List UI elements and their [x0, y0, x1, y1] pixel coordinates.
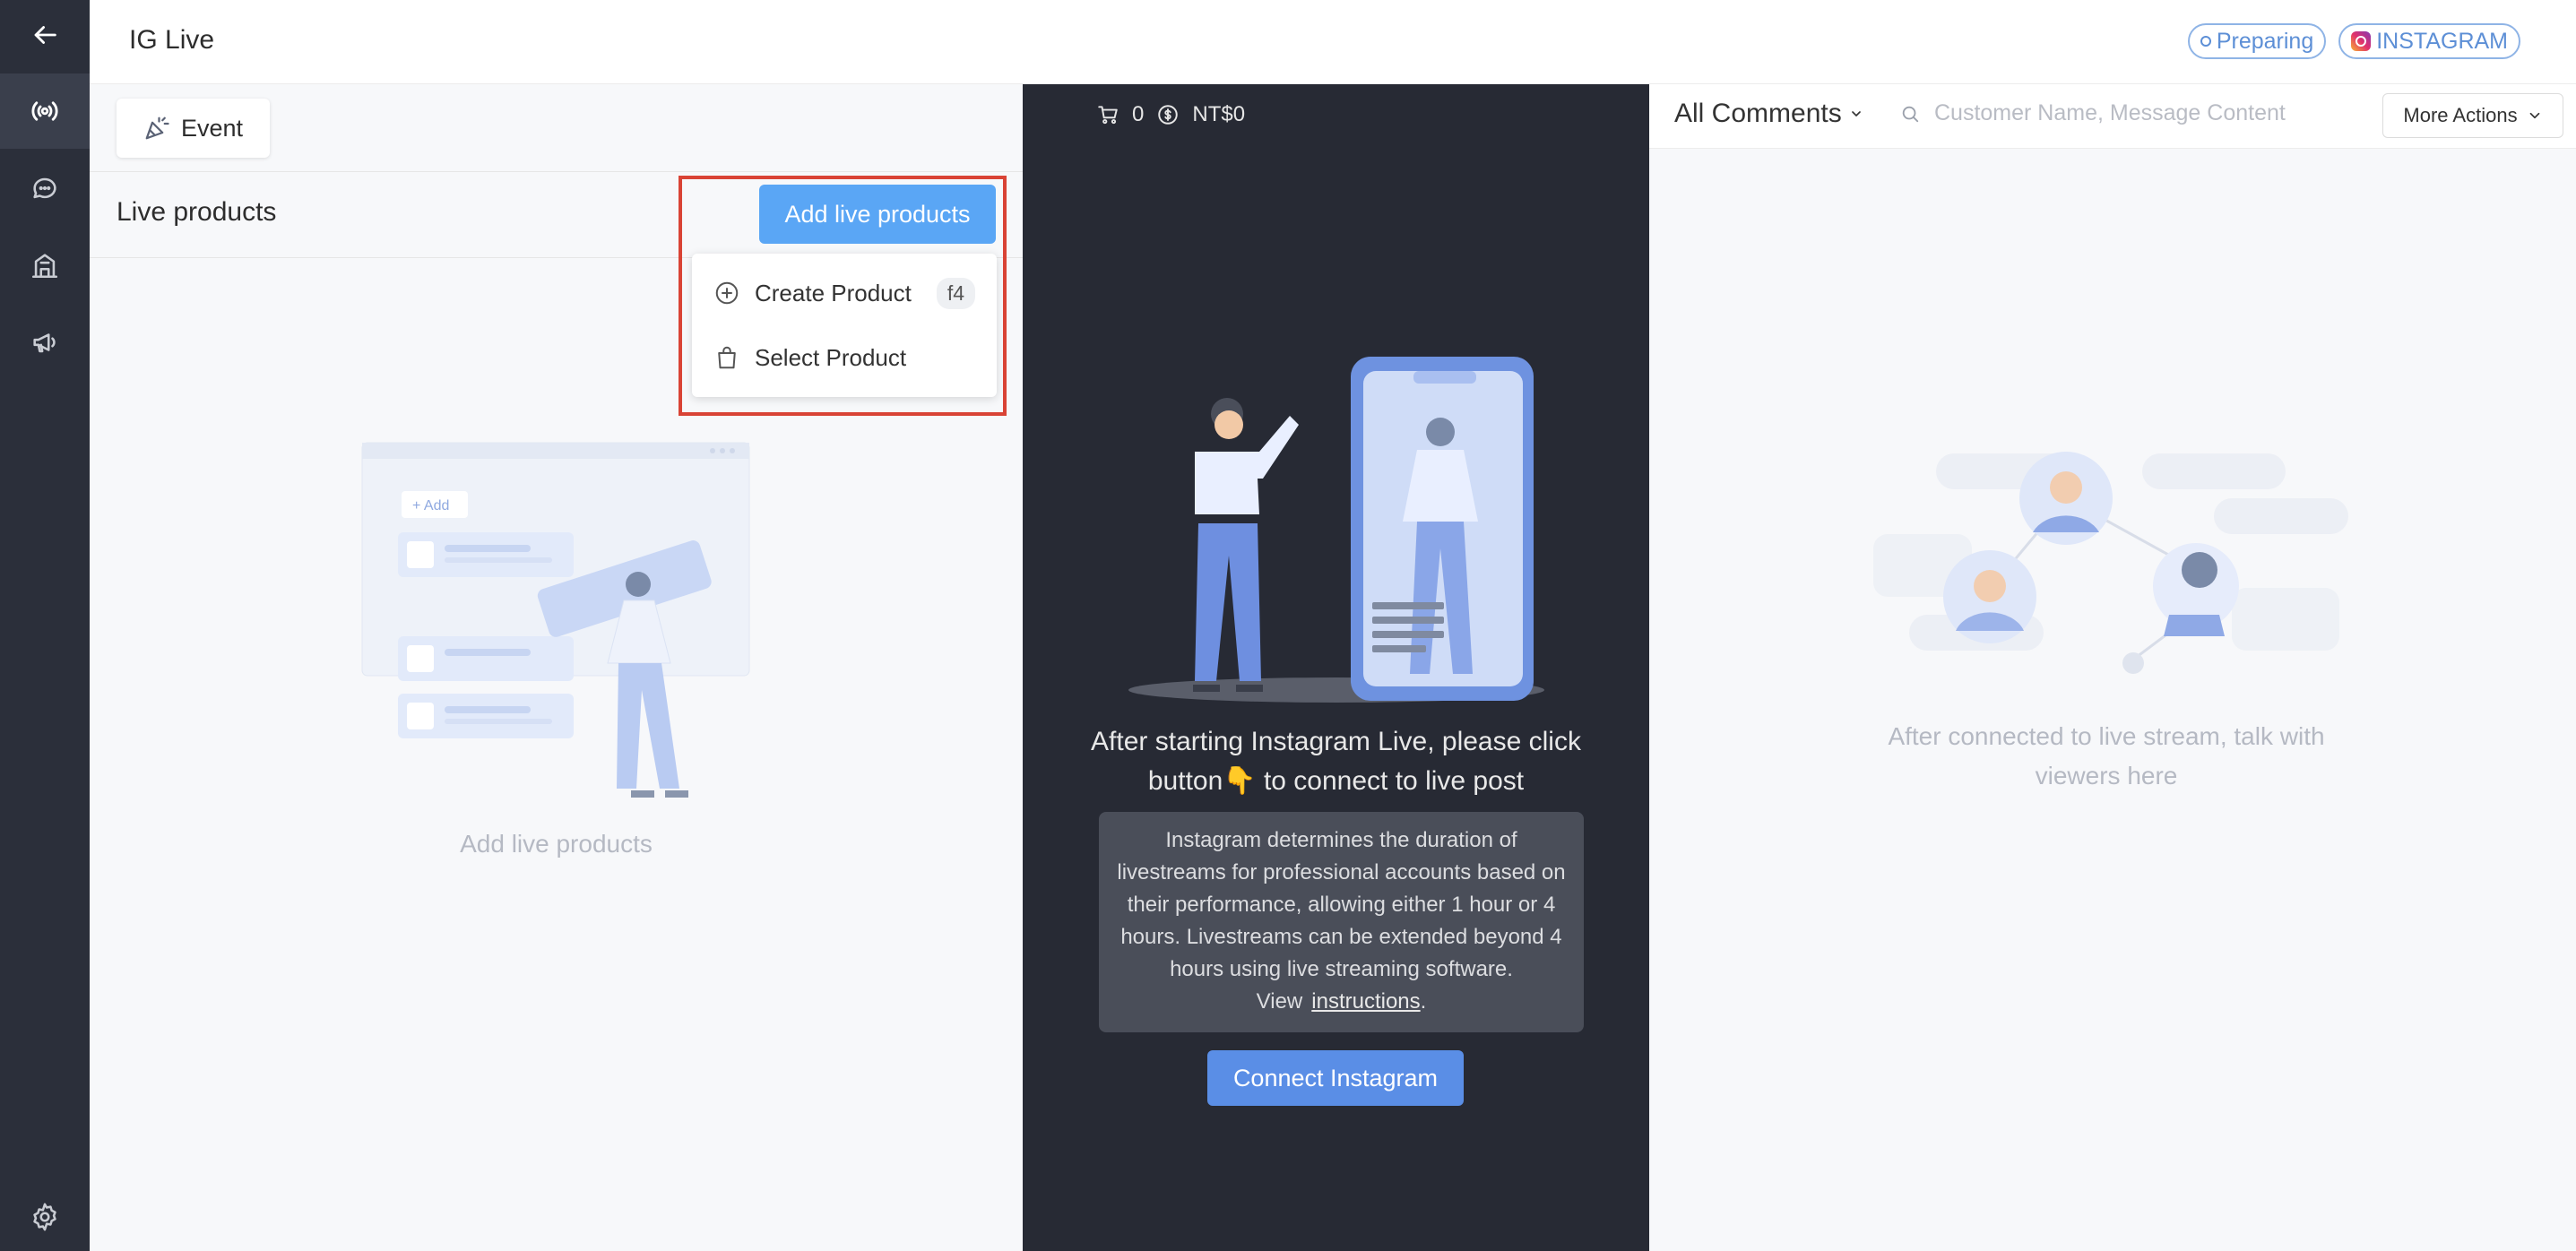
info-suffix: . [1420, 989, 1427, 1014]
nav-item-settings[interactable] [0, 1179, 90, 1251]
more-actions-label: More Actions [2403, 104, 2518, 126]
select-product-option[interactable]: Select Product [692, 325, 997, 390]
instagram-icon [2351, 31, 2372, 51]
shortcut-badge: f4 [936, 277, 976, 309]
comments-filter[interactable]: All Comments [1674, 99, 1863, 129]
nav-item-live[interactable] [0, 73, 90, 149]
top-header: IG Live Preparing INSTAGRAM [90, 0, 2576, 84]
dollar-circle-icon [1158, 105, 1179, 125]
cart-stats: 0 NT$0 [1096, 102, 1245, 127]
info-text: Instagram determines the duration of liv… [1117, 828, 1566, 1014]
select-product-label: Select Product [755, 343, 907, 371]
back-arrow-icon [34, 26, 56, 44]
status-badge: Preparing [2187, 23, 2327, 59]
live-products-header: Live products Add live products [90, 172, 1023, 258]
status-badge-label: Preparing [2216, 28, 2314, 54]
empty-state-text: Add live products [460, 830, 653, 858]
chat-viewers-illustration [1873, 452, 2348, 674]
live-stream-panel: 0 NT$0 After starting Instagram Live, pl… [1023, 84, 1649, 1251]
cart-count: 0 [1132, 102, 1145, 126]
more-actions-button[interactable]: More Actions [2382, 93, 2563, 138]
gear-icon [33, 1203, 56, 1231]
event-button-label: Event [181, 114, 244, 142]
chevron-down-icon [1851, 111, 1861, 116]
connect-live-illustration [1128, 357, 1544, 703]
nav-item-store[interactable] [0, 228, 90, 303]
illustration-add-label: + Add [412, 498, 449, 513]
party-popper-icon [145, 116, 169, 140]
create-product-option[interactable]: Create Product f4 [692, 261, 997, 325]
nav-item-marketing[interactable] [0, 305, 90, 380]
search-icon [1902, 106, 1919, 122]
nav-rail [0, 0, 90, 1251]
comments-filter-label: All Comments [1674, 99, 1842, 128]
chat-bubble-icon [33, 177, 56, 199]
add-live-products-button[interactable]: Add live products [759, 185, 996, 244]
status-badges: Preparing INSTAGRAM [2187, 23, 2520, 59]
comments-empty-text: After connected to live stream, talk wit… [1888, 722, 2325, 789]
create-product-label: Create Product [755, 279, 912, 306]
page-title: IG Live [129, 25, 215, 55]
platform-badge: INSTAGRAM [2338, 23, 2520, 59]
instructions-link[interactable]: instructions [1311, 989, 1420, 1014]
status-dot-icon [2200, 36, 2211, 47]
connect-instructions: After starting Instagram Live, please cl… [1091, 727, 1581, 796]
cart-icon [1098, 106, 1118, 125]
shopping-bag-icon [718, 346, 736, 369]
nav-item-chat[interactable] [0, 151, 90, 226]
event-button[interactable]: Event [117, 99, 271, 158]
event-bar: Event [90, 84, 1023, 172]
add-products-illustration: + Add [361, 442, 750, 798]
comments-empty-state: After connected to live stream, talk wit… [1649, 149, 2576, 1251]
search-input[interactable]: Customer Name, Message Content [1934, 100, 2286, 126]
comment-search[interactable]: Customer Name, Message Content [1900, 100, 2286, 126]
live-broadcast-icon [31, 101, 58, 121]
comments-toolbar: All Comments Customer Name, Message Cont… [1649, 84, 2576, 149]
section-title: Live products [117, 197, 277, 227]
info-box: Instagram determines the duration of liv… [1099, 812, 1584, 1032]
plus-circle-icon [715, 281, 739, 305]
chevron-down-icon [2529, 112, 2539, 119]
total-amount: NT$0 [1192, 102, 1246, 126]
back-button[interactable] [0, 0, 90, 70]
comments-panel: All Comments Customer Name, Message Cont… [1649, 84, 2576, 1251]
store-icon [31, 254, 58, 279]
connect-instagram-button[interactable]: Connect Instagram [1207, 1050, 1464, 1106]
add-products-dropdown: Create Product f4 Select Product [692, 254, 997, 397]
megaphone-icon [33, 333, 56, 353]
platform-badge-label: INSTAGRAM [2376, 28, 2508, 54]
